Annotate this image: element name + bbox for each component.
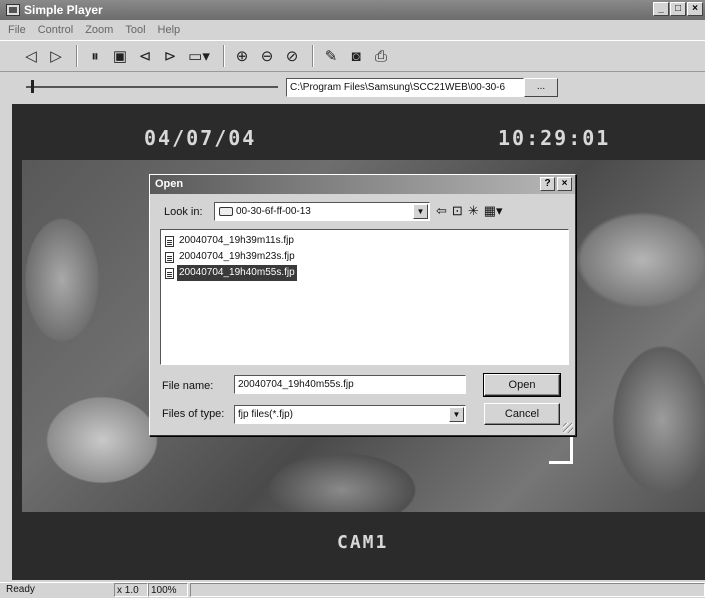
menu-control[interactable]: Control: [38, 24, 73, 36]
look-in-dropdown[interactable]: 00-30-6f-ff-00-13 ▼: [214, 202, 430, 221]
video-time-overlay: 10:29:01: [498, 126, 611, 150]
file-name: 20040704_19h40m55s.fjp: [177, 265, 297, 281]
toolbar: ◁ ▷ ⏸ ▣ ⊲ ⊳ ▭▾ ⊕ ⊖ ⊘ ✎ ◙ ⎙: [0, 40, 705, 72]
camera-label: CAM1: [337, 532, 389, 553]
zoom-in-icon[interactable]: ⊕: [231, 45, 253, 67]
pause-icon[interactable]: ⏸: [84, 45, 106, 67]
browse-button[interactable]: ...: [524, 78, 558, 97]
view-menu-icon[interactable]: ▦▾: [484, 203, 503, 219]
menu-bar: File Control Zoom Tool Help: [0, 21, 705, 38]
cancel-button[interactable]: Cancel: [484, 403, 560, 425]
play-icon[interactable]: ▷: [45, 45, 67, 67]
title-bar[interactable]: Simple Player _ □ ×: [0, 0, 705, 20]
rewind-icon[interactable]: ⊲: [134, 45, 156, 67]
file-icon: [165, 251, 174, 263]
resize-grip[interactable]: [563, 423, 573, 433]
menu-zoom[interactable]: Zoom: [85, 24, 113, 36]
file-name-input[interactable]: 20040704_19h40m55s.fjp: [234, 375, 466, 394]
list-item[interactable]: 20040704_19h39m23s.fjp: [165, 249, 564, 265]
monitor-dropdown-icon[interactable]: ▭▾: [184, 45, 214, 67]
snapshot-camera-icon[interactable]: ◙: [345, 45, 367, 67]
file-type-dropdown[interactable]: fjp files(*.fjp) ▼: [234, 405, 466, 424]
dialog-nav-toolbar: ⇦ ⊡ ✳ ▦▾: [436, 203, 503, 219]
zoom-out-icon[interactable]: ⊖: [256, 45, 278, 67]
zoom-level: 100%: [148, 583, 188, 597]
step-back-icon[interactable]: ◁: [20, 45, 42, 67]
window-controls: _ □ ×: [653, 2, 703, 16]
chevron-down-icon[interactable]: ▼: [413, 204, 428, 219]
dialog-title: Open: [155, 178, 184, 190]
maximize-button[interactable]: □: [670, 2, 686, 16]
file-type-value: fjp files(*.fjp): [238, 409, 294, 420]
dialog-title-bar[interactable]: Open ? ×: [150, 175, 575, 194]
file-list: 20040704_19h39m11s.fjp 20040704_19h39m23…: [160, 229, 569, 365]
menu-file[interactable]: File: [8, 24, 26, 36]
list-item[interactable]: 20040704_19h39m11s.fjp: [165, 233, 564, 249]
playback-speed: x 1.0: [114, 583, 148, 597]
seek-slider-thumb[interactable]: [31, 80, 35, 93]
dialog-help-button[interactable]: ?: [540, 177, 555, 191]
status-bar: Ready x 1.0 100%: [0, 582, 705, 597]
zoom-fit-icon[interactable]: ⊘: [281, 45, 303, 67]
file-name: 20040704_19h39m23s.fjp: [179, 251, 295, 262]
window-title: Simple Player: [24, 3, 103, 17]
toolbar-separator: [76, 45, 78, 67]
dialog-close-button[interactable]: ×: [557, 177, 572, 191]
open-button[interactable]: Open: [483, 373, 561, 397]
menu-help[interactable]: Help: [158, 24, 181, 36]
folder-icon: [219, 206, 233, 216]
new-folder-icon[interactable]: ✳: [468, 203, 479, 219]
status-text: Ready: [6, 584, 35, 595]
file-name: 20040704_19h39m11s.fjp: [179, 235, 294, 246]
stop-icon[interactable]: ▣: [109, 45, 131, 67]
file-icon: [165, 267, 174, 279]
dialog-controls: ? ×: [540, 177, 572, 191]
edit-icon[interactable]: ✎: [320, 45, 342, 67]
file-icon: [165, 235, 174, 247]
seek-row: C:\Program Files\Samsung\SCC21WEB\00-30-…: [0, 74, 705, 100]
menu-tool[interactable]: Tool: [125, 24, 145, 36]
fast-forward-icon[interactable]: ⊳: [159, 45, 181, 67]
status-panel: [190, 583, 705, 597]
look-in-label: Look in:: [164, 206, 203, 218]
look-in-value: 00-30-6f-ff-00-13: [236, 206, 311, 217]
app-icon: [6, 4, 20, 16]
back-arrow-icon[interactable]: ⇦: [436, 203, 447, 219]
up-folder-icon[interactable]: ⊡: [452, 203, 463, 219]
file-type-label: Files of type:: [162, 408, 225, 420]
file-path-field[interactable]: C:\Program Files\Samsung\SCC21WEB\00-30-…: [286, 78, 524, 97]
toolbar-separator: [312, 45, 314, 67]
file-name-label: File name:: [162, 380, 214, 392]
toolbar-separator: [223, 45, 225, 67]
list-item-selected[interactable]: 20040704_19h40m55s.fjp: [165, 265, 564, 281]
open-dialog: Open ? × Look in: 00-30-6f-ff-00-13 ▼ ⇦ …: [149, 174, 576, 436]
close-button[interactable]: ×: [687, 2, 703, 16]
print-icon[interactable]: ⎙: [370, 45, 392, 67]
video-date-overlay: 04/07/04: [144, 126, 257, 150]
seek-slider[interactable]: [26, 86, 278, 88]
chevron-down-icon[interactable]: ▼: [449, 407, 464, 422]
minimize-button[interactable]: _: [653, 2, 669, 16]
simple-player-window: Simple Player _ □ × File Control Zoom To…: [0, 0, 705, 597]
